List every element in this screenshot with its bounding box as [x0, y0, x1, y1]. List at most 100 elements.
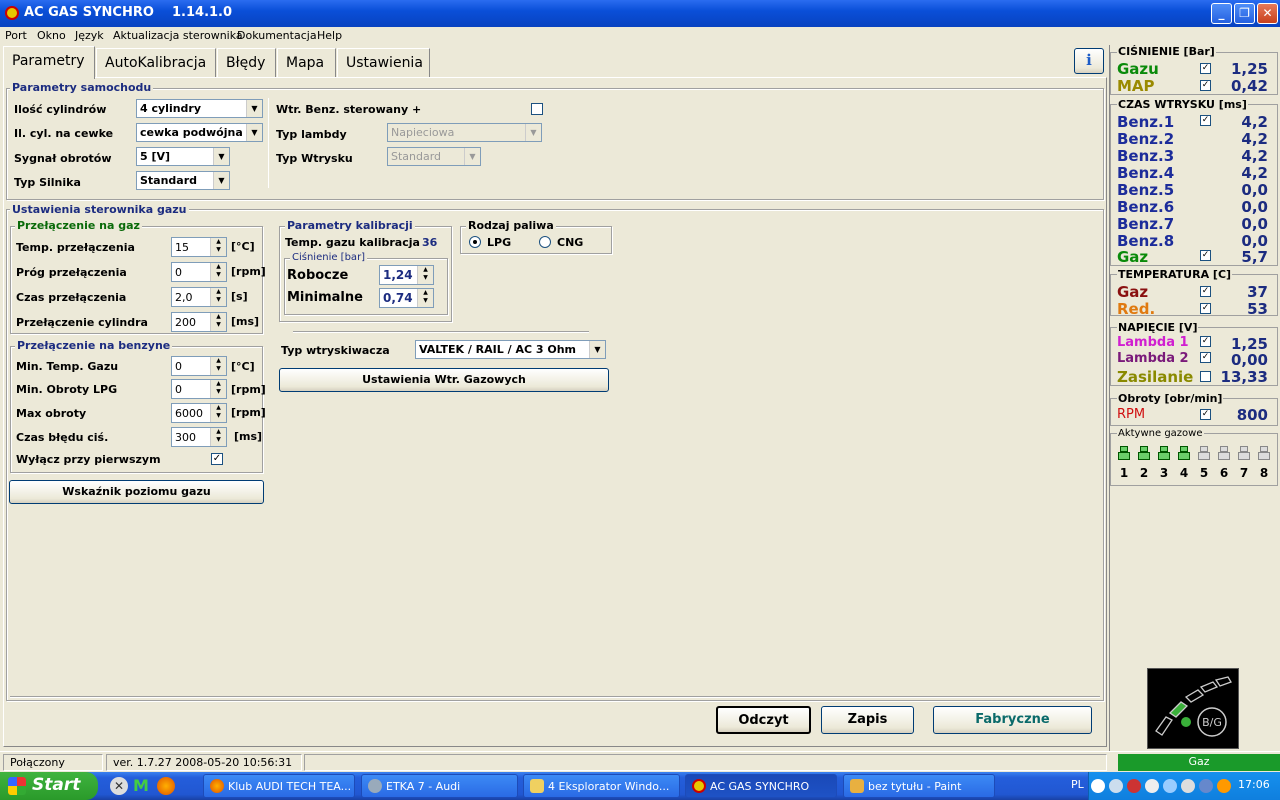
lambda1-checkbox[interactable]: ✓	[1200, 336, 1211, 347]
to-petrol-label: Czas błędu ciś.	[16, 431, 109, 444]
to-gas-input[interactable]: 15 ▲ ▼	[171, 237, 227, 257]
to-gas-input[interactable]: 200 ▲ ▼	[171, 312, 227, 332]
injector-number: 8	[1259, 466, 1269, 480]
pressure-map-checkbox[interactable]: ✓	[1200, 80, 1211, 91]
menu-jezyk[interactable]: Język	[75, 29, 104, 42]
to-petrol-title: Przełączenie na benzyne	[15, 339, 173, 352]
start-button[interactable]: Start	[0, 772, 98, 800]
check-icon: ✓	[1201, 80, 1210, 90]
chevron-down-icon: ▼	[525, 124, 541, 141]
voltage-title: NAPIĘCIE [V]	[1117, 321, 1199, 334]
spinner-icon[interactable]: ▲ ▼	[210, 404, 226, 422]
to-petrol-input[interactable]: 6000 ▲ ▼	[171, 403, 227, 423]
tray-shield-icon[interactable]	[1127, 779, 1141, 793]
to-gas-label: Przełączenie cylindra	[16, 316, 148, 329]
divider	[10, 696, 1100, 698]
divider	[268, 98, 269, 188]
tray-back-icon[interactable]	[1091, 779, 1105, 793]
tray-network-icon[interactable]	[1145, 779, 1159, 793]
spinner-icon[interactable]: ▲ ▼	[210, 357, 226, 375]
inj-type-value: Standard	[391, 150, 442, 163]
to-petrol-input[interactable]: 300 ▲ ▼	[171, 427, 227, 447]
quicklaunch-x-icon[interactable]: ✕	[110, 777, 128, 795]
tray-usb-icon[interactable]	[1109, 779, 1123, 793]
firefox-icon[interactable]	[157, 777, 175, 795]
benz2-name: Benz.2	[1117, 130, 1175, 148]
pressure-gaz-checkbox[interactable]: ✓	[1200, 63, 1211, 74]
taskbar-item-paint[interactable]: bez tytułu - Paint	[843, 774, 995, 798]
engine-select[interactable]: Standard ▼	[136, 171, 230, 190]
tray-messenger-icon[interactable]	[1163, 779, 1177, 793]
taskbar-item-acgas[interactable]: AC GAS SYNCHRO	[685, 774, 837, 798]
app-icon	[5, 6, 19, 20]
to-petrol-value: 0	[175, 360, 182, 373]
minimize-button[interactable]: _	[1211, 3, 1232, 24]
min-pressure-input[interactable]: 0,74 ▲ ▼	[379, 288, 434, 308]
maximize-button[interactable]: ❐	[1234, 3, 1255, 24]
taskbar-item-audi-club[interactable]: Klub AUDI TECH TEA...	[203, 774, 355, 798]
tab-bledy[interactable]: Błędy	[217, 48, 276, 78]
read-button[interactable]: Odczyt	[716, 706, 811, 734]
factory-button[interactable]: Fabryczne	[933, 706, 1092, 734]
temp-gaz-checkbox[interactable]: ✓	[1200, 286, 1211, 297]
spinner-icon[interactable]: ▲ ▼	[210, 313, 226, 331]
inj-gaz-checkbox[interactable]: ✓	[1200, 250, 1211, 261]
spinner-icon[interactable]: ▲ ▼	[210, 238, 226, 256]
taskbar-item-etka[interactable]: ETKA 7 - Audi	[361, 774, 518, 798]
lpg-radio[interactable]	[469, 236, 481, 248]
spinner-icon[interactable]: ▲ ▼	[417, 266, 433, 284]
to-gas-unit: [ms]	[231, 315, 260, 328]
taskbar-item-explorer[interactable]: 4 Eksplorator Windo...	[523, 774, 680, 798]
first-off-checkbox[interactable]: ✓	[211, 453, 223, 465]
wtr-checkbox[interactable]	[531, 103, 543, 115]
info-icon[interactable]: ℹ	[1074, 48, 1104, 74]
save-button[interactable]: Zapis	[821, 706, 914, 734]
tab-autokalibracja[interactable]: AutoKalibracja	[96, 48, 216, 78]
lambda2-checkbox[interactable]: ✓	[1200, 352, 1211, 363]
tray-speaker-icon[interactable]	[1181, 779, 1195, 793]
quicklaunch-m-icon[interactable]: M	[133, 776, 153, 796]
temp-red-checkbox[interactable]: ✓	[1200, 303, 1211, 314]
language-indicator[interactable]: PL	[1071, 778, 1084, 791]
cng-radio[interactable]	[539, 236, 551, 248]
to-petrol-input[interactable]: 0 ▲ ▼	[171, 379, 227, 399]
injector-number: 5	[1199, 466, 1209, 480]
cyl-select[interactable]: 4 cylindry ▼	[136, 99, 263, 118]
tray-sync-icon[interactable]	[1199, 779, 1213, 793]
rpm-checkbox[interactable]: ✓	[1200, 409, 1211, 420]
inj-type-select[interactable]: Standard ▼	[387, 147, 481, 166]
coil-select[interactable]: cewka podwójna ▼	[136, 123, 263, 142]
divider	[293, 331, 589, 333]
menu-okno[interactable]: Okno	[37, 29, 66, 42]
work-pressure-label: Robocze	[287, 268, 349, 283]
benz1-checkbox[interactable]: ✓	[1200, 115, 1211, 126]
to-petrol-input[interactable]: 0 ▲ ▼	[171, 356, 227, 376]
close-button[interactable]: ✕	[1257, 3, 1278, 24]
menu-port[interactable]: Port	[5, 29, 27, 42]
to-gas-input[interactable]: 2,0 ▲ ▼	[171, 287, 227, 307]
inj-type-label: Typ Wtrysku	[276, 152, 353, 165]
to-petrol-unit: [ms]	[234, 430, 263, 443]
check-icon: ✓	[1201, 303, 1210, 313]
menu-help[interactable]: Help	[317, 29, 342, 42]
lambda-select[interactable]: Napieciowa ▼	[387, 123, 542, 142]
tab-mapa[interactable]: Mapa	[277, 48, 336, 78]
tray-update-icon[interactable]	[1217, 779, 1231, 793]
tab-parametry[interactable]: Parametry	[3, 46, 95, 79]
spinner-icon[interactable]: ▲ ▼	[210, 380, 226, 398]
chevron-down-icon: ▼	[464, 148, 480, 165]
spinner-icon[interactable]: ▲ ▼	[210, 288, 226, 306]
rpm-signal-select[interactable]: 5 [V] ▼	[136, 147, 230, 166]
spinner-icon[interactable]: ▲ ▼	[417, 289, 433, 307]
menu-aktualizacja[interactable]: Aktualizacja sterownika	[113, 29, 243, 42]
spinner-icon[interactable]: ▲ ▼	[210, 263, 226, 281]
tab-ustawienia[interactable]: Ustawienia	[337, 48, 430, 78]
supply-checkbox[interactable]	[1200, 371, 1211, 382]
gas-level-button[interactable]: Wskaźnik poziomu gazu	[9, 480, 264, 504]
menu-dokumentacja[interactable]: Dokumentacja	[237, 29, 317, 42]
to-gas-input[interactable]: 0 ▲ ▼	[171, 262, 227, 282]
work-pressure-input[interactable]: 1,24 ▲ ▼	[379, 265, 434, 285]
injector-select[interactable]: VALTEK / RAIL / AC 3 Ohm ▼	[415, 340, 606, 359]
spinner-icon[interactable]: ▲ ▼	[210, 428, 226, 446]
injector-settings-button[interactable]: Ustawienia Wtr. Gazowych	[279, 368, 609, 392]
